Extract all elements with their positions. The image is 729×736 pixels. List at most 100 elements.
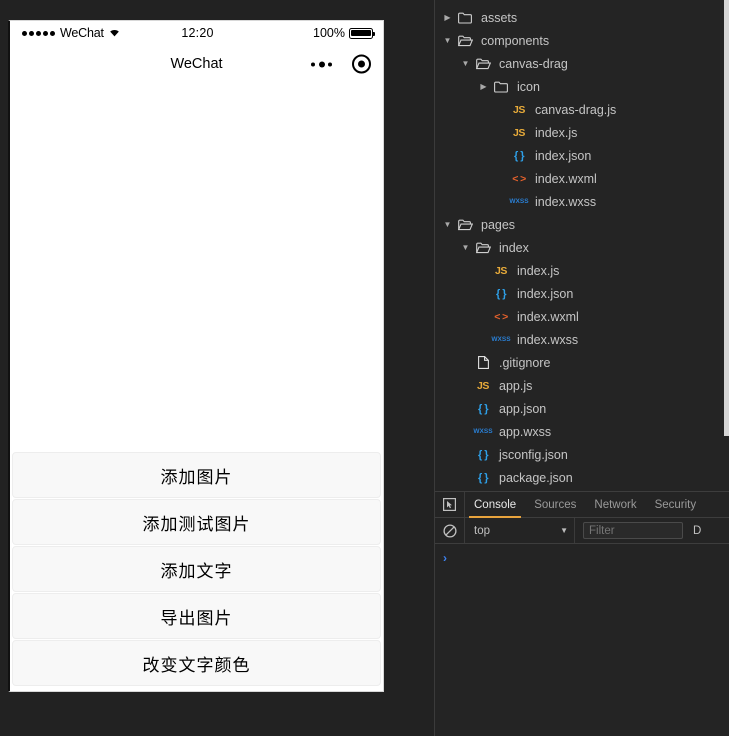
console-command-input[interactable] — [453, 551, 721, 565]
tree-item-label: package.json — [499, 470, 573, 485]
tree-item-assets[interactable]: ▶ assets — [435, 6, 729, 29]
phone-simulator: WeChat 12:20 100% WeChat 添加图片 添加测试图片 添加文… — [8, 20, 384, 692]
console-prompt-row[interactable]: › — [435, 548, 729, 568]
chevron-down-icon[interactable]: ▼ — [441, 220, 454, 229]
nav-bar: WeChat — [10, 45, 383, 83]
tree-item-label: index.wxml — [535, 171, 597, 186]
tree-item-label: canvas-drag.js — [535, 102, 617, 117]
folder-closed-icon — [490, 81, 512, 93]
chevron-down-icon[interactable]: ▼ — [441, 36, 454, 45]
battery-percent-label: 100% — [313, 26, 345, 40]
status-bar-left: WeChat — [22, 26, 181, 40]
clear-console-icon[interactable] — [435, 518, 465, 543]
tree-item-label: index.js — [517, 263, 560, 278]
console-levels-label[interactable]: D — [693, 525, 701, 537]
status-bar: WeChat 12:20 100% — [10, 21, 383, 45]
wifi-icon — [108, 26, 121, 40]
json-file-icon: { } — [477, 448, 489, 461]
tree-item-gitignore[interactable]: ▶.gitignore — [435, 351, 729, 374]
tree-item-canvas-drag-js[interactable]: ▶JScanvas-drag.js — [435, 98, 729, 121]
tree-item-label: index.json — [535, 148, 592, 163]
json-file-icon: { } — [477, 402, 489, 415]
tree-item-index-wxss[interactable]: ▶WXSSindex.wxss — [435, 190, 729, 213]
file-icon — [472, 356, 494, 369]
status-bar-right: 100% — [214, 26, 376, 40]
add-test-image-button[interactable]: 添加测试图片 — [12, 499, 381, 545]
file-tree-scrollbar[interactable] — [724, 0, 729, 436]
console-panel: Console Sources Network Security top ▼ D — [435, 491, 729, 736]
canvas-stage[interactable] — [10, 83, 383, 452]
tree-item-label: index.wxss — [535, 194, 597, 209]
tree-item-canvas-drag[interactable]: ▼ canvas-drag — [435, 52, 729, 75]
tree-item-label: index.js — [535, 125, 578, 140]
chevron-down-icon[interactable]: ▼ — [459, 59, 472, 68]
console-context-select[interactable]: top ▼ — [465, 518, 575, 543]
tree-item-label: app.js — [499, 378, 533, 393]
console-filter-bar: top ▼ D — [435, 518, 729, 544]
folder-open-icon — [454, 35, 476, 47]
tree-item-components[interactable]: ▼ components — [435, 29, 729, 52]
tab-sources[interactable]: Sources — [525, 492, 585, 517]
tab-network[interactable]: Network — [585, 492, 645, 517]
tab-security[interactable]: Security — [646, 492, 706, 517]
target-circle-icon[interactable] — [352, 54, 371, 74]
tree-item-label: index.json — [517, 286, 574, 301]
chevron-down-icon[interactable]: ▼ — [459, 243, 472, 252]
tree-item-index-js[interactable]: ▶JSindex.js — [435, 259, 729, 282]
folder-open-icon — [472, 242, 494, 254]
tree-item-package-json[interactable]: ▶{ }package.json — [435, 466, 729, 489]
tree-item-pages[interactable]: ▼ pages — [435, 213, 729, 236]
tree-item-jsconfig-json[interactable]: ▶{ }jsconfig.json — [435, 443, 729, 466]
wxss-file-icon: WXSS — [509, 198, 529, 205]
tree-item-index-json[interactable]: ▶{ }index.json — [435, 144, 729, 167]
js-file-icon: JS — [494, 264, 508, 277]
tree-item-icon[interactable]: ▶ icon — [435, 75, 729, 98]
js-file-icon: JS — [476, 379, 490, 392]
chevron-right-icon[interactable]: ▶ — [441, 13, 454, 22]
export-image-button[interactable]: 导出图片 — [12, 593, 381, 639]
tree-item-index-wxss[interactable]: ▶WXSSindex.wxss — [435, 328, 729, 351]
devtools-tabbar: Console Sources Network Security — [435, 492, 729, 518]
chevron-down-icon: ▼ — [560, 526, 568, 535]
file-explorer-tree[interactable]: ▶assets▼components▼canvas-drag▶icon▶JSca… — [435, 0, 729, 491]
tree-item-label: canvas-drag — [499, 56, 568, 71]
json-file-icon: { } — [495, 287, 507, 300]
tab-console[interactable]: Console — [465, 492, 525, 518]
tree-item-app-js[interactable]: ▶JSapp.js — [435, 374, 729, 397]
wxss-file-icon: WXSS — [473, 428, 493, 435]
tree-item-app-json[interactable]: ▶{ }app.json — [435, 397, 729, 420]
change-text-color-button[interactable]: 改变文字颜色 — [12, 640, 381, 686]
tree-item-index-json[interactable]: ▶{ }index.json — [435, 282, 729, 305]
tree-item-index[interactable]: ▼ index — [435, 236, 729, 259]
folder-open-icon — [454, 219, 476, 231]
js-file-icon: JS — [512, 126, 526, 139]
wxss-file-icon: WXSS — [491, 336, 511, 343]
tree-item-label: icon — [517, 79, 540, 94]
status-time: 12:20 — [181, 26, 214, 40]
wxml-file-icon: < > — [494, 310, 508, 323]
console-prompt-caret: › — [443, 551, 447, 565]
tree-item-label: index.wxss — [517, 332, 579, 347]
tree-item-label: index.wxml — [517, 309, 579, 324]
wechat-capsule — [311, 54, 371, 74]
battery-full-icon — [349, 27, 376, 39]
tree-item-index-wxml[interactable]: ▶< >index.wxml — [435, 305, 729, 328]
inspect-element-icon[interactable] — [435, 492, 465, 517]
chevron-right-icon[interactable]: ▶ — [477, 82, 490, 91]
action-button-list: 添加图片 添加测试图片 添加文字 导出图片 改变文字颜色 — [10, 452, 383, 691]
json-file-icon: { } — [477, 471, 489, 484]
tree-item-app-wxss[interactable]: ▶WXSSapp.wxss — [435, 420, 729, 443]
console-filter-input[interactable] — [583, 522, 683, 539]
console-output[interactable]: › — [435, 544, 729, 736]
tree-item-index-js[interactable]: ▶JSindex.js — [435, 121, 729, 144]
tree-item-label: index — [499, 240, 529, 255]
add-image-button[interactable]: 添加图片 — [12, 452, 381, 498]
devtools-panel: ▶assets▼components▼canvas-drag▶icon▶JSca… — [434, 0, 729, 736]
carrier-label: WeChat — [60, 26, 104, 40]
tree-item-index-wxml[interactable]: ▶< >index.wxml — [435, 167, 729, 190]
tree-item-label: components — [481, 33, 550, 48]
wxml-file-icon: < > — [512, 172, 526, 185]
add-text-button[interactable]: 添加文字 — [12, 546, 381, 592]
ellipsis-icon[interactable] — [311, 61, 332, 67]
console-context-value: top — [474, 524, 490, 537]
